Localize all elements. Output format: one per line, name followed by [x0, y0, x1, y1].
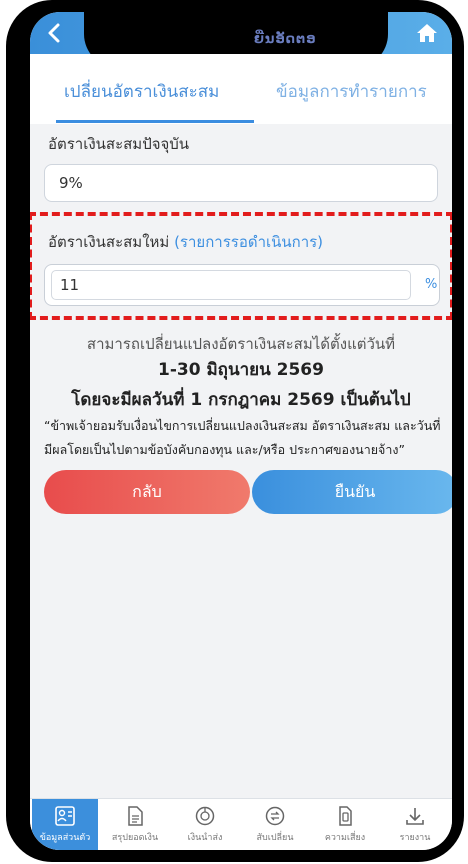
active-tab-indicator — [56, 120, 254, 123]
new-rate-input[interactable] — [51, 270, 411, 300]
confirm-button[interactable]: ยืนยัน — [252, 470, 452, 514]
nav-item-summary[interactable]: สรุปยอดเงิน — [102, 799, 168, 850]
nav-label-contribution: เงินนำส่ง — [187, 833, 223, 843]
document-icon — [128, 806, 143, 826]
download-icon — [406, 808, 424, 825]
header-title: ຍີ່ນອັດຕອ — [254, 32, 317, 47]
percent-unit: % — [425, 277, 438, 292]
bottom-navigation: ข้อมูลส่วนตัว สรุปยอดเงิน เงินนำส่ง สับเ… — [30, 798, 452, 850]
nav-item-risk[interactable]: ความเสี่ยง — [312, 799, 378, 850]
phone-frame: ຍີ່ນອັດຕອ เปลี่ยนอัตราเงินสะสม ข้อมูลการ… — [6, 0, 464, 862]
tab-transaction-info[interactable]: ข้อมูลการทำรายการ — [276, 78, 427, 105]
nav-label-switch: สับเปลี่ยน — [256, 833, 294, 843]
switch-icon — [265, 806, 285, 826]
tab-change-rate[interactable]: เปลี่ยนอัตราเงินสะสม — [64, 78, 219, 105]
nav-item-profile[interactable]: ข้อมูลส่วนตัว — [32, 799, 98, 850]
new-rate-label: อัตราเงินสะสมใหม่ — [48, 233, 170, 251]
nav-item-report[interactable]: รายงาน — [382, 799, 448, 850]
back-arrow-icon[interactable] — [44, 22, 66, 44]
new-rate-label-row: อัตราเงินสะสมใหม่ (รายการรอดำเนินการ) — [48, 230, 323, 254]
tab-bar: เปลี่ยนอัตราเงินสะสม ข้อมูลการทำรายการ — [30, 54, 452, 124]
consent-note: “ข้าพเจ้ายอมรับเงื่อนไขการเปลี่ยนแปลงเงิ… — [44, 418, 441, 457]
profile-icon — [55, 806, 75, 826]
app-screen: ຍີ່ນອັດຕອ เปลี่ยนอัตราเงินสะสม ข้อมูลการ… — [30, 12, 452, 850]
new-rate-field: % — [44, 264, 440, 306]
pending-status-text: (รายการรอดำเนินการ) — [174, 233, 324, 251]
back-button[interactable]: กลับ — [44, 470, 250, 514]
home-icon[interactable] — [416, 22, 438, 44]
nav-item-contribution[interactable]: เงินนำส่ง — [172, 799, 238, 850]
effective-date-text: โดยจะมีผลวันที่ 1 กรกฎาคม 2569 เป็นต้นไป — [71, 390, 411, 410]
clipboard-icon — [339, 806, 352, 826]
current-rate-field: 9% — [44, 164, 438, 202]
change-period-dates: 1-30 มิถุนายน 2569 — [158, 360, 324, 380]
current-rate-label: อัตราเงินสะสมปัจจุบัน — [48, 135, 190, 153]
nav-label-summary: สรุปยอดเงิน — [111, 833, 159, 843]
nav-item-switch[interactable]: สับเปลี่ยน — [242, 799, 308, 850]
nav-label-profile: ข้อมูลส่วนตัว — [39, 833, 91, 843]
nav-label-report: รายงาน — [399, 833, 431, 843]
pie-chart-icon — [195, 806, 215, 826]
change-period-text: สามารถเปลี่ยนแปลงอัตราเงินสะสมได้ตั้งแต่… — [86, 335, 396, 353]
current-rate-value: 9% — [59, 174, 83, 192]
nav-label-risk: ความเสี่ยง — [324, 833, 366, 843]
